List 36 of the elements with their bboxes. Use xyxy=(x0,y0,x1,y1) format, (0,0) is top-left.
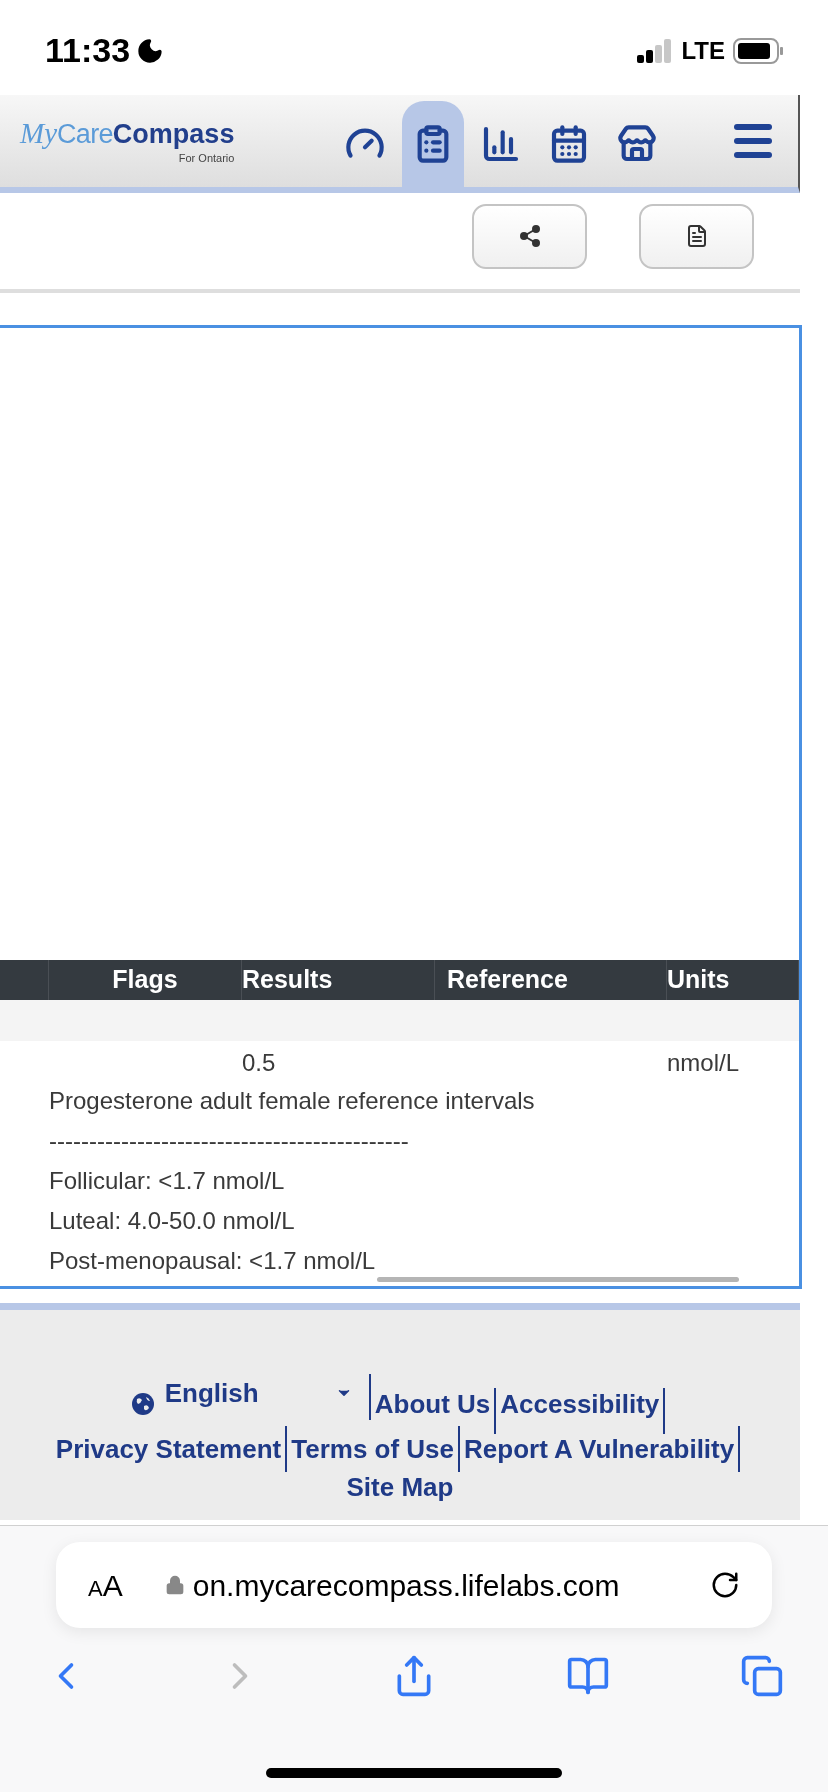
logo-text: Care xyxy=(57,121,113,149)
tabs-button[interactable] xyxy=(740,1654,784,1698)
globe-icon xyxy=(130,1392,155,1416)
reference-note: Post-menopausal: <1.7 nmol/L xyxy=(49,1246,376,1276)
logo-italic-text: My xyxy=(20,119,58,149)
text-size-button[interactable]: AA xyxy=(88,1562,123,1608)
logo-bold-text: Compass xyxy=(112,121,235,149)
footer-link[interactable]: Accessibility xyxy=(500,1384,660,1424)
reference-note: --------------------------------------------- xyxy=(49,1126,409,1156)
address-bar[interactable]: AA on.mycarecompass.lifelabs.com xyxy=(56,1542,772,1628)
units-value: nmol/L xyxy=(667,1048,740,1078)
moon-icon xyxy=(136,36,165,65)
reference-note: Follicular: <1.7 nmol/L xyxy=(49,1166,285,1196)
result-value: 0.5 xyxy=(242,1048,277,1078)
url-text: on.mycarecompass.lifelabs.com xyxy=(192,1567,620,1604)
reload-icon xyxy=(710,1570,740,1600)
footer-link[interactable]: About Us xyxy=(374,1384,491,1424)
nav-tab[interactable] xyxy=(402,101,465,187)
network-label: LTE xyxy=(681,35,725,66)
footer-link[interactable]: Site Map xyxy=(346,1468,454,1507)
status-time: 11:33 xyxy=(45,30,131,71)
store-icon xyxy=(617,124,658,164)
pdf-button[interactable] xyxy=(639,203,754,269)
signal-icon xyxy=(637,38,674,63)
share-icon xyxy=(517,224,542,248)
battery-icon xyxy=(733,37,783,64)
reference-note: Luteal: 4.0-50.0 nmol/L xyxy=(49,1206,295,1236)
share-button[interactable] xyxy=(472,203,587,269)
footer-link[interactable]: Report A Vulnerability xyxy=(464,1429,735,1469)
logo-subtitle: For Ontario xyxy=(178,151,235,167)
footer-link[interactable]: Privacy Statement xyxy=(55,1429,282,1469)
lock-icon xyxy=(164,1575,185,1595)
reference-note: Progesterone adult female reference intervals xyxy=(49,1086,535,1116)
footer-link[interactable]: Terms of Use xyxy=(291,1429,455,1469)
language-select[interactable]: English xyxy=(164,1374,365,1420)
tabs-icon xyxy=(740,1654,784,1698)
